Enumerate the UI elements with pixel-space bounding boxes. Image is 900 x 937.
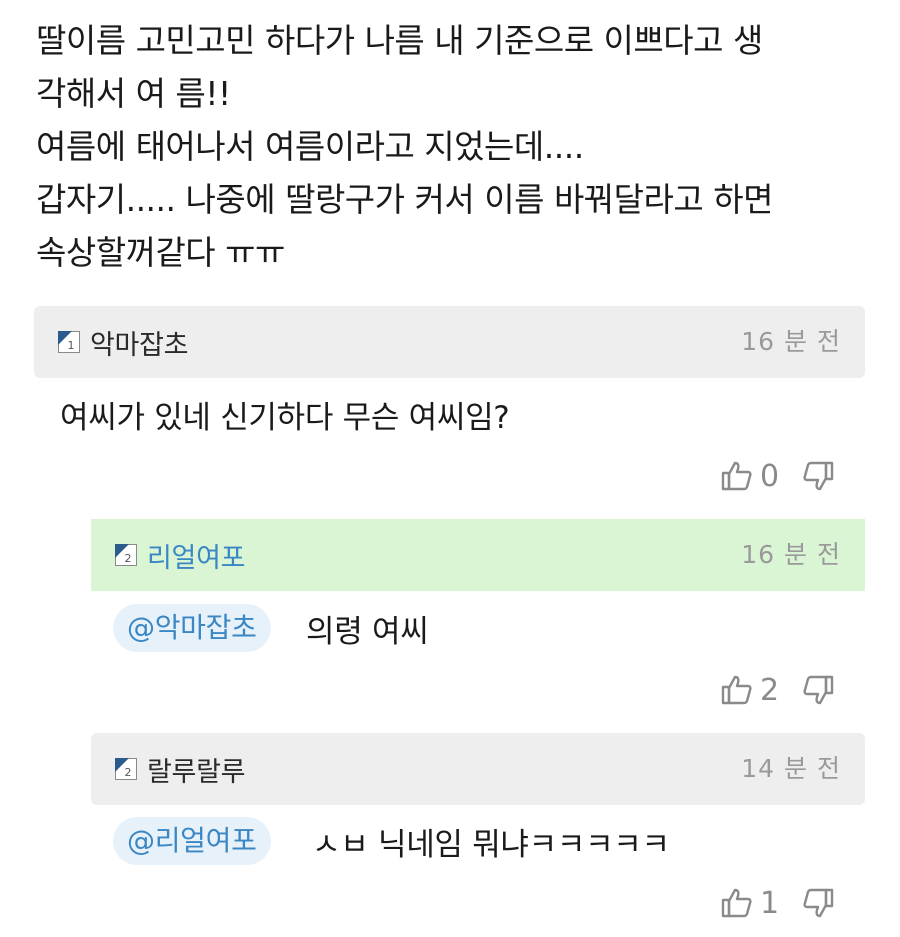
vote-controls: 1 <box>720 881 835 925</box>
comment-header: 2 리얼여포 16 분 전 <box>91 519 865 591</box>
post-line: 갑자기..... 나중에 딸랑구가 커서 이름 바꿔달라고 하면 <box>36 180 773 219</box>
comment-time: 16 분 전 <box>741 540 841 569</box>
like-count: 2 <box>760 672 780 708</box>
level-badge-icon: 2 <box>115 544 137 566</box>
thumbs-up-icon[interactable] <box>720 673 754 707</box>
post-line: 딸이름 고민고민 하다가 나름 내 기준으로 이쁘다고 생 <box>36 21 763 60</box>
thumbs-up-icon[interactable] <box>720 886 754 920</box>
svg-text:2: 2 <box>125 766 132 779</box>
comment-header: 2 랄루랄루 14 분 전 <box>91 733 865 805</box>
post-line: 여름에 태어나서 여름이라고 지었는데.... <box>36 127 584 166</box>
thumbs-down-icon[interactable] <box>801 459 835 493</box>
level-badge-icon: 1 <box>58 331 80 353</box>
vote-controls: 2 <box>720 668 835 712</box>
post-line: 각해서 여 름!! <box>36 74 231 113</box>
comment-time: 16 분 전 <box>741 327 841 356</box>
thumbs-down-icon[interactable] <box>801 673 835 707</box>
comment-nickname[interactable]: 랄루랄루 <box>147 750 245 789</box>
like-count: 0 <box>760 458 780 494</box>
comment-text: 여씨가 있네 신기하다 무슨 여씨임? <box>60 400 510 436</box>
comment-nickname[interactable]: 리얼여포 <box>147 536 245 575</box>
mention-tag[interactable]: @리얼여포 <box>113 817 271 865</box>
vote-controls: 0 <box>720 454 835 498</box>
thumbs-up-icon[interactable] <box>720 459 754 493</box>
like-count: 1 <box>760 885 780 921</box>
svg-text:1: 1 <box>68 339 75 352</box>
level-badge-icon: 2 <box>115 758 137 780</box>
comment-time: 14 분 전 <box>741 754 841 783</box>
comment-text: 의령 여씨 <box>306 614 429 650</box>
comment-nickname[interactable]: 악마잡초 <box>90 323 188 362</box>
mention-tag[interactable]: @악마잡초 <box>113 604 271 652</box>
post-body: 딸이름 고민고민 하다가 나름 내 기준으로 이쁘다고 생 각해서 여 름!! … <box>36 14 876 279</box>
post-line: 속상할꺼같다 ㅠㅠ <box>36 233 285 272</box>
thumbs-down-icon[interactable] <box>801 886 835 920</box>
comment-text: ㅅㅂ 닉네임 뭐냐ㅋㅋㅋㅋㅋ <box>312 827 670 863</box>
svg-text:2: 2 <box>125 552 132 565</box>
comment-header: 1 악마잡초 16 분 전 <box>34 306 865 378</box>
